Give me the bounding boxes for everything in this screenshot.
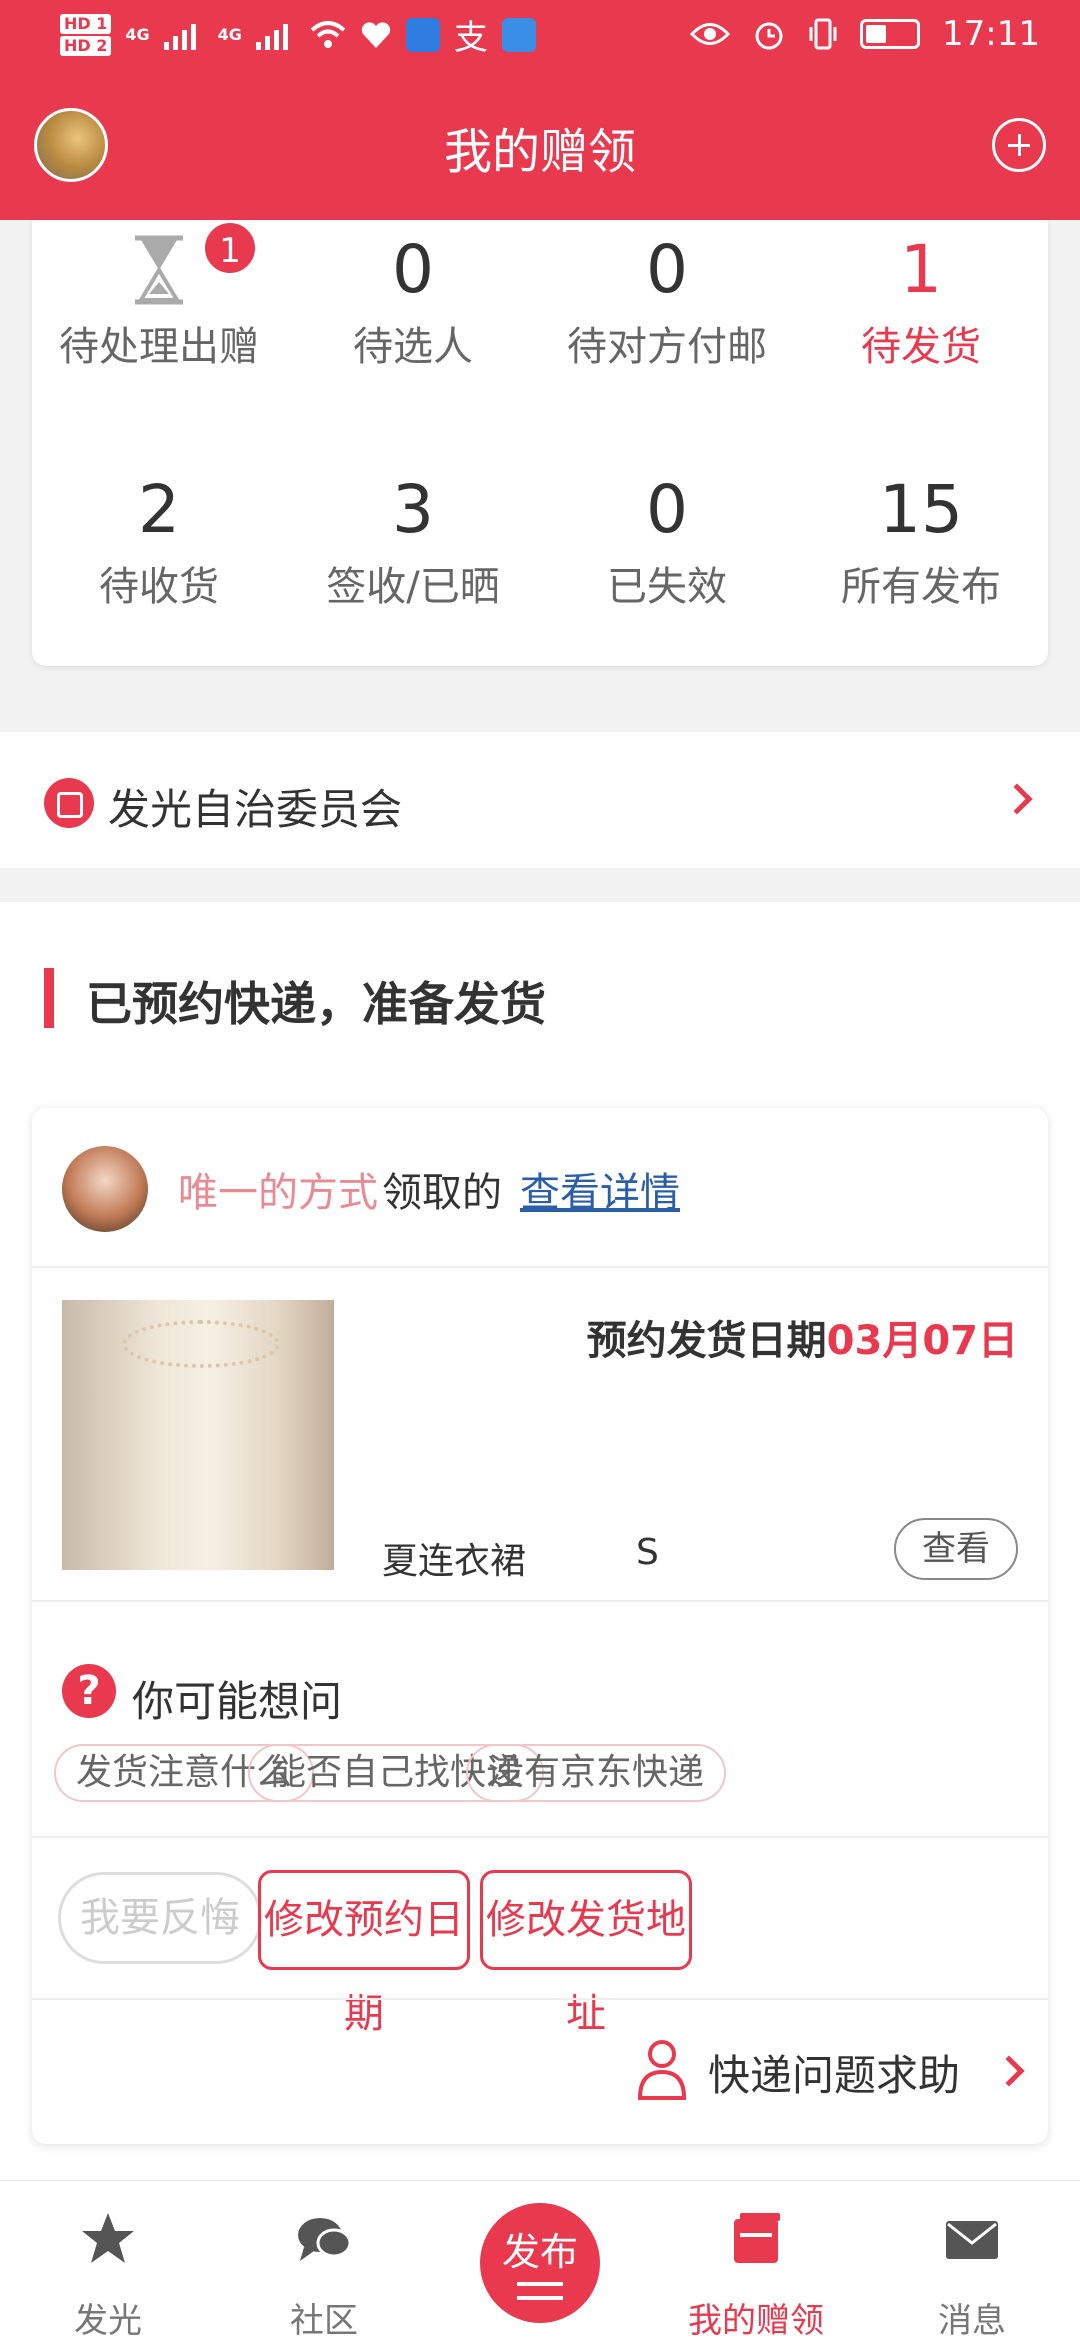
stat-pending-receive[interactable]: 2 待收货 [32,470,286,612]
vibrate-icon [809,18,837,50]
stat-expired[interactable]: 0 已失效 [540,470,794,612]
order-card: 唯一的方式 领取的 查看详情 预约发货日期03月07日 夏连衣裙 S 查看 ? … [32,1108,1048,2144]
shipping-help-label[interactable]: 快递问题求助 [708,2042,960,2103]
stat-label: 待发货 [861,324,981,370]
divider [32,1600,1048,1602]
receiver-name[interactable]: 唯一的方式 [178,1160,378,1218]
nav-item-my-gifts[interactable]: 我的赠领 [648,2181,864,2340]
change-date-button[interactable]: 修改预约日期 [258,1870,470,2037]
ship-date-prefix: 预约发货日期 [586,1318,827,1364]
nav-item-glow[interactable]: 发光 [0,2181,216,2340]
stat-value: 0 [392,231,434,308]
stat-pending-ship[interactable]: 1 待发货 [794,230,1048,372]
product-name: 夏连衣裙 [382,1541,527,1582]
nav-label: 社区 [290,2301,358,2340]
envelope-icon [946,2221,998,2259]
faq-chip[interactable]: 没有京东快递 [466,1744,727,1802]
app-header: HD 1 HD 2 4G 4G 支 17:11 我的赠领 [0,0,1080,220]
stat-value: 0 [646,471,688,548]
stat-label: 待收货 [99,564,219,610]
stat-pending-select[interactable]: 0 待选人 [286,230,540,372]
chevron-right-icon [1001,783,1033,815]
view-details-link[interactable]: 查看详情 [520,1160,680,1218]
stat-value: 0 [646,231,688,308]
ship-date-label: 预约发货日期03月07日 [587,1308,1018,1366]
ship-date-value: 03月07日 [826,1318,1018,1364]
heart-icon [361,21,391,48]
committee-row[interactable]: 发光自治委员会 [0,732,1080,868]
stat-label: 已失效 [607,564,727,610]
receiver-action: 领取的 [382,1170,502,1216]
nav-label: 消息 [938,2301,1006,2340]
section-title: 已预约快递，准备发货 [86,977,546,1031]
status-right: 17:11 [690,14,1040,54]
network-type-1: 4G [125,25,150,44]
nav-item-messages[interactable]: 消息 [864,2181,1080,2340]
change-address-button[interactable]: 修改发货地址 [480,1870,692,2037]
hd1-label: HD 1 [60,13,112,34]
regret-button[interactable]: 我要反悔 [58,1872,262,1964]
status-left: HD 1 HD 2 4G 4G 支 [60,10,536,59]
wifi-icon [310,20,346,48]
app-notification-icon [405,17,440,52]
section-accent-bar [44,968,54,1028]
product-size: S [636,1532,659,1573]
divider [32,1998,1048,2000]
notification-badge: 1 [202,220,258,276]
divider [32,1836,1048,1838]
publish-button[interactable]: 发布 [480,2203,600,2323]
status-bar: HD 1 HD 2 4G 4G 支 17:11 [0,0,1080,76]
stat-label: 签收/已晒 [326,564,500,610]
alipay-icon: 支 [453,18,488,58]
stat-label: 所有发布 [841,564,1001,610]
nav-label: 发光 [74,2301,142,2340]
stat-label: 待对方付邮 [567,324,767,370]
chat-icon [298,2218,352,2261]
stat-value: 1 [900,231,942,308]
signal-icon [163,20,204,50]
hd2-label: HD 2 [60,35,112,56]
eye-icon [690,23,731,45]
network-type-2: 4G [217,25,242,44]
weather-icon [501,17,536,52]
publish-label: 发布 [501,2230,578,2274]
committee-icon [44,778,94,828]
stat-all-posts[interactable]: 15 所有发布 [794,470,1048,612]
nav-label: 我的赠领 [688,2301,824,2340]
menu-lines-icon [517,2282,563,2300]
divider [32,1266,1048,1268]
hd-indicator: HD 1 HD 2 [60,13,112,56]
chevron-right-icon [993,2055,1025,2087]
view-product-button[interactable]: 查看 [894,1518,1018,1580]
question-icon: ? [62,1664,116,1718]
stat-value: 15 [879,471,963,548]
bottom-nav: 发光 社区 发布 我的赠领 消息 [0,2180,1080,2340]
page-title: 我的赠领 [443,124,636,180]
alarm-icon [755,22,783,50]
nav-item-community[interactable]: 社区 [216,2181,432,2340]
committee-label: 发光自治委员会 [108,785,403,834]
stats-card: 1 待处理出赠 0 待选人 0 待对方付邮 1 待发货 2 待收货 3 签收/已… [32,220,1048,666]
battery-icon [860,19,921,49]
hourglass-icon [135,235,183,305]
signal-icon-2 [255,20,296,50]
book-icon [734,2213,780,2263]
stat-pending-gift[interactable]: 1 待处理出赠 [32,220,286,372]
product-image[interactable] [62,1300,334,1570]
star-icon [82,2213,134,2263]
stat-value: 3 [392,471,434,548]
person-icon [637,2040,687,2100]
receiver-avatar[interactable] [62,1146,148,1232]
stat-value: 2 [138,471,180,548]
shipping-section: 已预约快递，准备发货 唯一的方式 领取的 查看详情 预约发货日期03月07日 夏… [0,902,1080,2182]
clock-time: 17:11 [942,14,1040,54]
stat-label: 待选人 [353,324,473,370]
stat-signed[interactable]: 3 签收/已晒 [286,470,540,612]
add-button[interactable] [992,118,1046,172]
stat-pending-postage[interactable]: 0 待对方付邮 [540,230,794,372]
faq-title: 你可能想问 [132,1677,343,1726]
stat-label: 待处理出赠 [59,324,259,370]
